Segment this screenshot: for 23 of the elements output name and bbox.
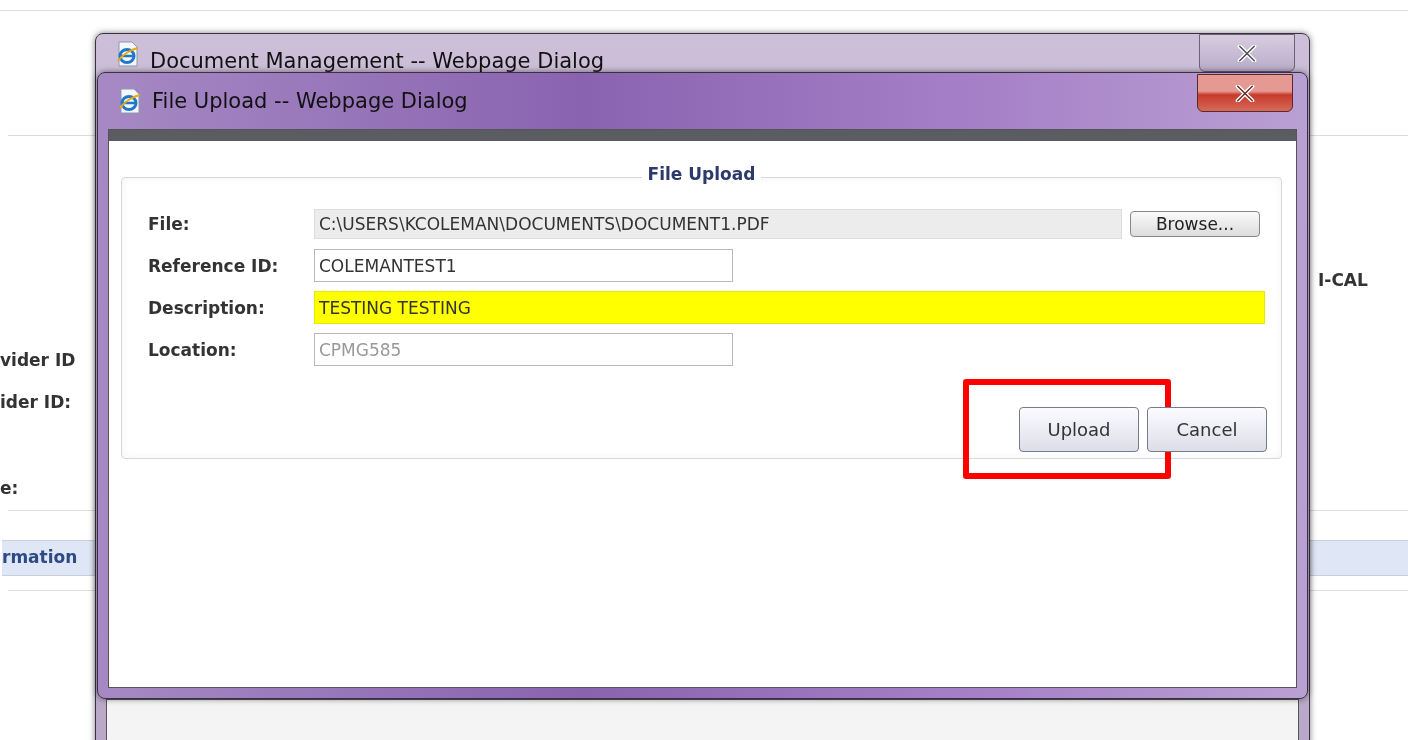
field-label: Description:	[148, 297, 266, 318]
text-field[interactable]: TESTING TESTING	[314, 291, 1265, 324]
window-title: Document Management -- Webpage Dialog	[150, 49, 605, 73]
field-label: e:	[0, 478, 19, 498]
file-path-field[interactable]: C:\USERS\KCOLEMAN\DOCUMENTS\DOCUMENT1.PDF	[314, 208, 1122, 239]
field-label: vider ID	[0, 350, 76, 370]
field-label: Reference ID:	[148, 255, 280, 276]
field-label: ider ID:	[0, 392, 72, 412]
text-field[interactable]: COLEMANTEST1	[314, 249, 733, 282]
close-icon	[1237, 44, 1257, 62]
browser-icon	[118, 88, 142, 114]
close-button[interactable]	[1197, 74, 1293, 112]
close-button[interactable]	[1199, 34, 1295, 72]
dialog-button[interactable]: Upload	[1019, 407, 1139, 452]
panel-title: File Upload	[641, 164, 762, 184]
field-label: File:	[148, 213, 191, 234]
field-value: I-CAL	[1318, 270, 1368, 290]
field-label: Location:	[148, 339, 238, 360]
close-icon	[1235, 84, 1255, 102]
browser-icon	[116, 41, 140, 67]
browse-button[interactable]: Browse...	[1130, 210, 1260, 237]
window-title: File Upload -- Webpage Dialog	[152, 89, 468, 113]
dialog-button[interactable]: Cancel	[1147, 407, 1267, 452]
